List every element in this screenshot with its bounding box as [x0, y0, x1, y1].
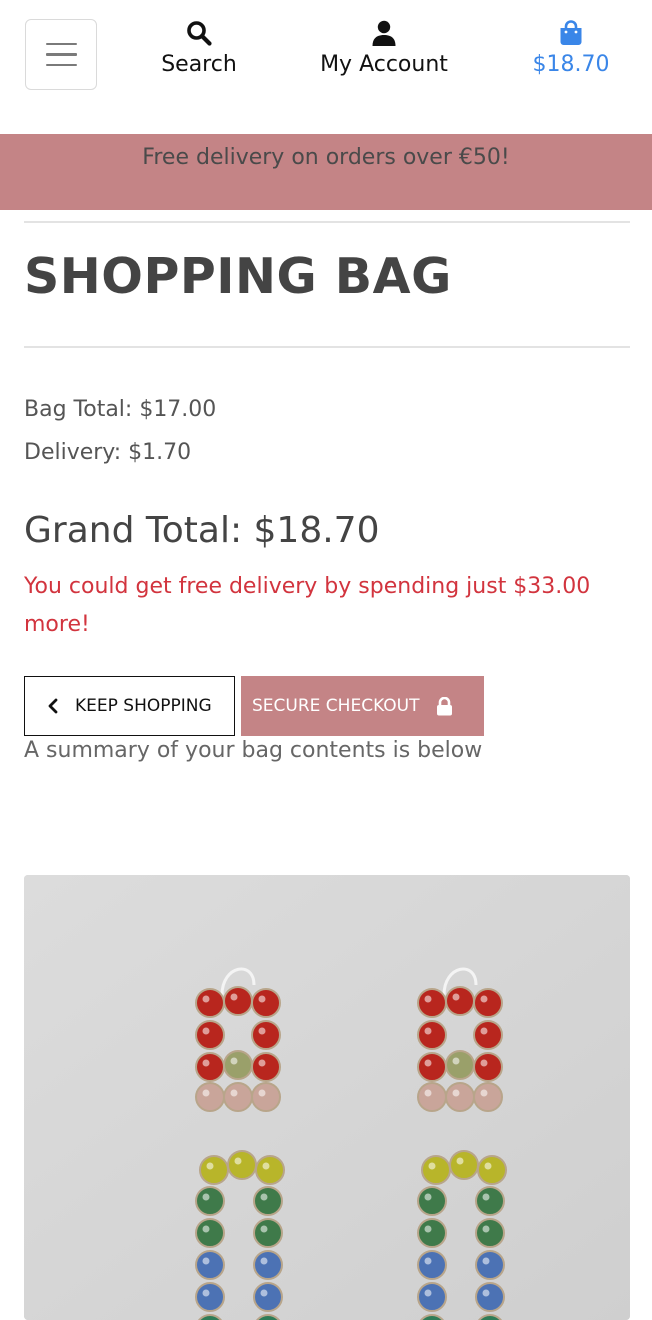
hamburger-icon-bar	[45, 63, 77, 67]
earrings-illustration	[24, 875, 630, 1320]
divider	[24, 346, 630, 348]
divider	[24, 221, 630, 223]
delivery-banner: Free delivery on orders over €50!	[0, 134, 652, 210]
chevron-left-icon	[48, 698, 58, 714]
nav-my-account-link[interactable]: My Account	[308, 20, 460, 77]
lock-icon	[436, 696, 453, 716]
secure-checkout-label: SECURE CHECKOUT	[252, 696, 420, 716]
page-title: SHOPPING BAG	[24, 248, 452, 305]
delivery-banner-text: Free delivery on orders over €50!	[142, 145, 510, 170]
nav-search-label: Search	[161, 52, 237, 77]
nav-bag-link[interactable]: $18.70	[520, 20, 622, 77]
nav-search-link[interactable]: Search	[150, 20, 248, 77]
site-header: Search My Account $18.70	[0, 0, 652, 134]
free-delivery-notice: You could get free delivery by spending …	[24, 574, 591, 637]
keep-shopping-label: KEEP SHOPPING	[75, 696, 212, 716]
shopping-bag-icon	[560, 20, 582, 45]
bag-total-line: Bag Total: $17.00	[24, 397, 217, 422]
bag-total-label: $18.70	[532, 52, 610, 77]
hamburger-icon-bar	[45, 53, 77, 56]
keep-shopping-button[interactable]: KEEP SHOPPING	[24, 676, 235, 736]
bag-summary-text: A summary of your bag contents is below	[24, 738, 483, 763]
menu-toggle-button[interactable]	[25, 19, 97, 90]
product-image[interactable]	[24, 875, 630, 1320]
nav-account-label: My Account	[320, 52, 448, 77]
secure-checkout-button[interactable]: SECURE CHECKOUT	[241, 676, 484, 736]
search-icon	[187, 21, 212, 46]
hamburger-icon	[45, 42, 77, 46]
delivery-line: Delivery: $1.70	[24, 440, 192, 465]
grand-total: Grand Total: $18.70	[24, 510, 380, 551]
user-icon	[372, 20, 396, 46]
